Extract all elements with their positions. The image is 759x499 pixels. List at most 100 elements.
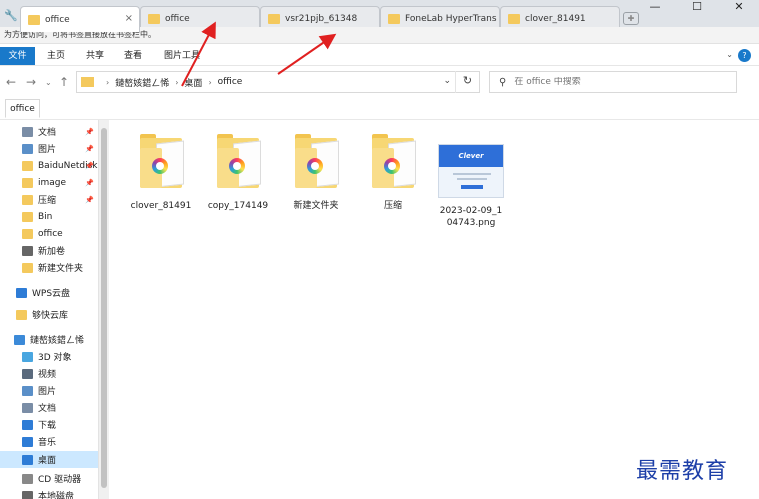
- sidebar-item[interactable]: 下载: [0, 416, 98, 433]
- drive-icon: [22, 245, 33, 256]
- maximize-button[interactable]: ☐: [683, 0, 711, 14]
- app-logo-icon: [384, 158, 400, 174]
- folder-icon: [215, 132, 261, 190]
- thumbnail-banner: Clever: [439, 145, 503, 167]
- search-icon: ⚲: [499, 76, 507, 88]
- file-name: 压缩: [383, 201, 402, 211]
- folder-icon: [508, 14, 520, 24]
- wrench-icon[interactable]: 🔧: [4, 9, 18, 23]
- menu-view[interactable]: 查看: [124, 47, 142, 65]
- sidebar-item[interactable]: 文档: [0, 399, 98, 416]
- folder-icon: [22, 194, 33, 205]
- sidebar-item-label: WPS云盘: [32, 289, 71, 299]
- folder-icon: [138, 132, 184, 190]
- sidebar-item[interactable]: 3D 对象: [0, 348, 98, 365]
- sidebar-item[interactable]: BaiduNetdisk 📌: [0, 157, 98, 174]
- sidebar-item-label: 文档: [38, 404, 57, 414]
- sidebar-item-label: 新建文件夹: [38, 264, 84, 274]
- ribbon-menu: 文件 主页 共享 查看 图片工具 ⌄ ?: [0, 45, 759, 66]
- sidebar-item-label: 图片: [38, 387, 57, 397]
- menu-share[interactable]: 共享: [86, 47, 104, 65]
- sidebar-item[interactable]: 够快云库: [0, 306, 98, 323]
- folder-icon: [293, 132, 339, 190]
- chevron-down-icon[interactable]: ⌄: [726, 50, 733, 59]
- sidebar-item[interactable]: 新加卷: [0, 242, 98, 259]
- breadcrumb-desktop[interactable]: 桌面: [184, 76, 202, 89]
- folder-item[interactable]: 压缩: [354, 132, 432, 232]
- sidebar-item[interactable]: Bin: [0, 208, 98, 225]
- recent-chevron-icon[interactable]: ⌄: [45, 78, 52, 87]
- sidebar-item[interactable]: 视频: [0, 365, 98, 382]
- folder-icon: [16, 309, 27, 320]
- file-name: 2023-02-09_104743.png: [439, 206, 503, 228]
- breadcrumb-separator: ›: [208, 77, 212, 87]
- sidebar-item-label: 桌面: [38, 456, 57, 466]
- up-arrow-icon[interactable]: ↑: [59, 75, 69, 89]
- close-window-button[interactable]: ✕: [725, 0, 753, 14]
- forward-arrow-icon[interactable]: →: [26, 75, 36, 89]
- folder-icon: [268, 14, 280, 24]
- folder-icon: [22, 177, 33, 188]
- cube-icon: [22, 351, 33, 362]
- breadcrumb-office[interactable]: office: [218, 77, 243, 87]
- pictures-icon: [22, 143, 33, 154]
- watermark-text: 最需教育: [636, 459, 729, 484]
- folder-item[interactable]: clover_81491: [122, 132, 200, 232]
- image-file-item[interactable]: Clever 2023-02-09_104743.png: [432, 144, 510, 244]
- pin-icon[interactable]: 📌: [85, 196, 94, 204]
- scrollbar-thumb[interactable]: [101, 128, 107, 488]
- breadcrumb-computer[interactable]: 鏈嶅姟鍣ㄥ悕: [115, 76, 169, 89]
- sidebar-item[interactable]: office: [0, 225, 98, 242]
- sidebar-item-label: 鏈嶅姟鍣ㄥ悕: [30, 336, 85, 346]
- tab-label: office: [165, 14, 190, 24]
- menu-picture-tools[interactable]: 图片工具: [164, 47, 200, 65]
- sidebar-item-label: office: [38, 228, 63, 239]
- pin-icon[interactable]: 📌: [85, 179, 94, 187]
- refresh-icon[interactable]: ↻: [455, 71, 479, 93]
- pin-icon[interactable]: 📌: [85, 162, 94, 170]
- sidebar-item-label: 新加卷: [38, 247, 66, 257]
- file-menu-button[interactable]: 文件: [0, 47, 35, 65]
- sidebar-item[interactable]: 桌面: [0, 451, 98, 468]
- pin-icon[interactable]: 📌: [85, 128, 94, 136]
- sidebar-item[interactable]: 本地磁盘: [0, 487, 98, 499]
- folder-item[interactable]: 新建文件夹: [277, 132, 355, 232]
- sidebar-item[interactable]: 图片 📌: [0, 140, 98, 157]
- folder-item[interactable]: copy_174149: [199, 132, 277, 232]
- sidebar-item[interactable]: WPS云盘: [0, 284, 98, 301]
- address-bar[interactable]: › 鏈嶅姟鍣ㄥ悕 › 桌面 › office ⌄: [76, 71, 480, 93]
- folder-icon: [22, 211, 33, 222]
- address-dropdown-icon[interactable]: ⌄: [443, 76, 451, 86]
- back-arrow-icon[interactable]: ←: [6, 75, 16, 89]
- close-tab-icon[interactable]: ×: [125, 13, 133, 24]
- sidebar-item-label: 压缩: [38, 196, 57, 206]
- search-input[interactable]: [514, 77, 715, 87]
- new-tab-button[interactable]: ✚: [623, 12, 639, 25]
- app-logo-icon: [152, 158, 168, 174]
- sidebar-item[interactable]: 图片: [0, 382, 98, 399]
- sidebar-item-label: image: [38, 177, 67, 188]
- sidebar-item[interactable]: image 📌: [0, 174, 98, 191]
- cloud-icon: [16, 287, 27, 298]
- folder-icon: [22, 228, 33, 239]
- browser-tab-office-active[interactable]: office ×: [20, 6, 140, 32]
- sidebar-item[interactable]: 文档 📌: [0, 123, 98, 140]
- file-name: copy_174149: [207, 201, 269, 211]
- sidebar-scrollbar[interactable]: [98, 120, 109, 499]
- help-icon[interactable]: ?: [738, 49, 751, 62]
- sidebar-item[interactable]: 鏈嶅姟鍣ㄥ悕: [0, 331, 98, 348]
- folder-icon: [22, 262, 33, 273]
- sidebar-item[interactable]: CD 驱动器: [0, 470, 98, 487]
- sidebar-item[interactable]: 新建文件夹: [0, 259, 98, 276]
- search-box[interactable]: ⚲: [489, 71, 737, 93]
- thumbnail-button: [461, 185, 483, 189]
- sidebar-item-label: 本地磁盘: [38, 492, 75, 499]
- sidebar-item[interactable]: 音乐: [0, 433, 98, 450]
- sidebar-item[interactable]: 压缩 📌: [0, 191, 98, 208]
- pin-icon[interactable]: 📌: [85, 145, 94, 153]
- minimize-button[interactable]: —: [641, 0, 669, 14]
- quick-tab-office[interactable]: office: [5, 99, 40, 118]
- sidebar-item-label: CD 驱动器: [38, 475, 82, 485]
- menu-home[interactable]: 主页: [47, 47, 65, 65]
- sidebar-item-label: 文档: [38, 128, 57, 138]
